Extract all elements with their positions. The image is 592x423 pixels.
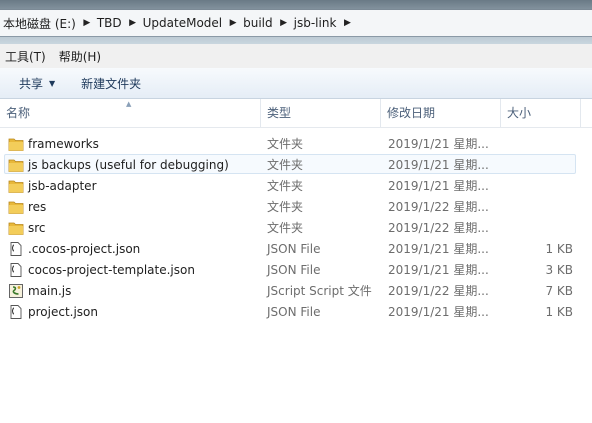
file-row-jsb-adapter[interactable]: jsb-adapter 文件夹 2019/1/21 星期... bbox=[4, 175, 576, 195]
file-name: project.json bbox=[28, 305, 98, 319]
column-header-date[interactable]: 修改日期 bbox=[381, 99, 501, 127]
column-header-label: 修改日期 bbox=[387, 106, 436, 120]
file-name: .cocos-project.json bbox=[28, 242, 141, 256]
file-size: 1 KB bbox=[545, 242, 573, 256]
file-date: 2019/1/21 星期... bbox=[388, 242, 489, 256]
file-name: main.js bbox=[28, 284, 72, 298]
new-folder-button-label: 新建文件夹 bbox=[81, 76, 142, 91]
folder-icon bbox=[8, 222, 24, 235]
sort-ascending-icon: ▲ bbox=[126, 100, 132, 108]
folder-icon bbox=[8, 201, 24, 214]
column-header-label: 名称 bbox=[6, 106, 31, 120]
file-row-cocos-project-template-json[interactable]: cocos-project-template.json JSON File 20… bbox=[4, 259, 576, 279]
file-row-cocos-project-json[interactable]: .cocos-project.json JSON File 2019/1/21 … bbox=[4, 238, 576, 258]
chevron-right-icon[interactable]: ▶ bbox=[277, 18, 291, 28]
column-header-size[interactable]: 大小 bbox=[501, 99, 581, 127]
chevron-down-icon: ▼ bbox=[49, 78, 56, 88]
share-button[interactable]: 共享 ▼ bbox=[19, 75, 65, 92]
chevron-right-icon[interactable]: ▶ bbox=[126, 18, 140, 28]
file-type: 文件夹 bbox=[267, 137, 304, 151]
breadcrumb-label[interactable]: UpdateModel bbox=[140, 16, 227, 30]
file-size: 3 KB bbox=[545, 263, 573, 277]
breadcrumb-label[interactable]: TBD bbox=[94, 16, 126, 30]
file-row-js-backups[interactable]: js backups (useful for debugging) 文件夹 20… bbox=[4, 154, 576, 174]
breadcrumb-label[interactable]: 本地磁盘 (E:) bbox=[0, 15, 80, 32]
file-row-main-js[interactable]: main.js JScript Script 文件 2019/1/22 星期..… bbox=[4, 280, 576, 300]
file-row-src[interactable]: src 文件夹 2019/1/22 星期... bbox=[4, 217, 576, 237]
json-file-icon bbox=[10, 263, 22, 277]
json-file-icon bbox=[10, 242, 22, 256]
column-header-name[interactable]: 名称 ▲ bbox=[0, 99, 261, 127]
column-header-label: 大小 bbox=[507, 106, 532, 120]
chevron-right-icon[interactable]: ▶ bbox=[226, 18, 240, 28]
menu-bar: 工具(T) 帮助(H) bbox=[0, 44, 592, 68]
file-name: res bbox=[28, 200, 47, 214]
file-size: 1 KB bbox=[545, 305, 573, 319]
column-header-label: 类型 bbox=[267, 106, 292, 120]
file-row-res[interactable]: res 文件夹 2019/1/22 星期... bbox=[4, 196, 576, 216]
file-size bbox=[501, 197, 573, 217]
file-size bbox=[501, 155, 573, 175]
new-folder-button[interactable]: 新建文件夹 bbox=[81, 75, 151, 92]
file-name: cocos-project-template.json bbox=[28, 263, 195, 277]
breadcrumb-updatemodel[interactable]: UpdateModel ▶ bbox=[140, 10, 241, 36]
folder-icon bbox=[8, 180, 24, 193]
file-type: 文件夹 bbox=[267, 200, 304, 214]
file-row-frameworks[interactable]: frameworks 文件夹 2019/1/21 星期... bbox=[4, 133, 576, 153]
file-size: 7 KB bbox=[545, 284, 573, 298]
file-type: JSON File bbox=[267, 242, 321, 256]
file-row-project-json[interactable]: project.json JSON File 2019/1/21 星期... 1… bbox=[4, 301, 576, 321]
folder-icon bbox=[8, 138, 24, 151]
breadcrumb-label[interactable]: jsb-link bbox=[291, 16, 341, 30]
file-date: 2019/1/22 星期... bbox=[388, 200, 489, 214]
file-size bbox=[501, 134, 573, 154]
folder-icon bbox=[8, 159, 24, 172]
file-name: frameworks bbox=[28, 137, 99, 151]
file-date: 2019/1/22 星期... bbox=[388, 284, 489, 298]
file-date: 2019/1/22 星期... bbox=[388, 221, 489, 235]
breadcrumb-jsb-link[interactable]: jsb-link ▶ bbox=[291, 10, 355, 36]
file-type: JSON File bbox=[267, 263, 321, 277]
file-date: 2019/1/21 星期... bbox=[388, 305, 489, 319]
file-size bbox=[501, 176, 573, 196]
chevron-right-icon[interactable]: ▶ bbox=[80, 18, 94, 28]
file-type: JScript Script 文件 bbox=[267, 284, 372, 298]
chevron-right-icon[interactable]: ▶ bbox=[340, 18, 354, 28]
menu-help[interactable]: 帮助(H) bbox=[54, 48, 109, 65]
address-bar-area: 本地磁盘 (E:) ▶ TBD ▶ UpdateModel ▶ build ▶ … bbox=[0, 0, 592, 44]
file-type: 文件夹 bbox=[267, 179, 304, 193]
file-date: 2019/1/21 星期... bbox=[388, 158, 489, 172]
command-bar: 共享 ▼ 新建文件夹 bbox=[0, 68, 592, 99]
file-name: src bbox=[28, 221, 46, 235]
breadcrumb-label[interactable]: build bbox=[240, 16, 277, 30]
file-date: 2019/1/21 星期... bbox=[388, 263, 489, 277]
breadcrumb-local-disk[interactable]: 本地磁盘 (E:) ▶ bbox=[0, 10, 94, 36]
breadcrumb-tbd[interactable]: TBD ▶ bbox=[94, 10, 140, 36]
file-date: 2019/1/21 星期... bbox=[388, 137, 489, 151]
file-size bbox=[501, 218, 573, 238]
file-type: 文件夹 bbox=[267, 158, 304, 172]
jscript-file-icon bbox=[9, 284, 23, 298]
menu-tools[interactable]: 工具(T) bbox=[0, 48, 54, 65]
share-button-label: 共享 bbox=[19, 76, 44, 91]
file-name: jsb-adapter bbox=[28, 179, 97, 193]
breadcrumb[interactable]: 本地磁盘 (E:) ▶ TBD ▶ UpdateModel ▶ build ▶ … bbox=[0, 9, 592, 37]
breadcrumb-build[interactable]: build ▶ bbox=[240, 10, 291, 36]
file-type: 文件夹 bbox=[267, 221, 304, 235]
file-name: js backups (useful for debugging) bbox=[28, 158, 229, 172]
column-header-type[interactable]: 类型 bbox=[261, 99, 381, 127]
json-file-icon bbox=[10, 305, 22, 319]
column-header: 名称 ▲ 类型 修改日期 大小 bbox=[0, 99, 592, 128]
file-type: JSON File bbox=[267, 305, 321, 319]
file-date: 2019/1/21 星期... bbox=[388, 179, 489, 193]
